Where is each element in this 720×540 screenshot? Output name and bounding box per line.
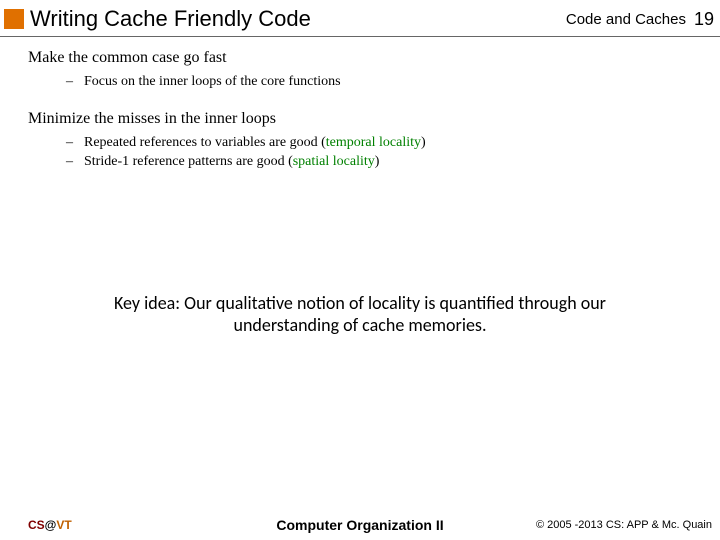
slide-footer: CS@VT Computer Organization II © 2005 -2… [0, 518, 720, 532]
footer-center: Computer Organization II [276, 517, 443, 533]
bullet-list-1: Focus on the inner loops of the core fun… [66, 73, 692, 92]
slide-title: Writing Cache Friendly Code [30, 6, 566, 32]
section-heading-2: Minimize the misses in the inner loops [28, 110, 692, 128]
bullet-item: Repeated references to variables are goo… [66, 134, 692, 153]
bullet-text-post: ) [375, 154, 380, 169]
slide-content: Make the common case go fast Focus on th… [0, 37, 720, 337]
chapter-label: Code and Caches [566, 11, 686, 28]
page-number: 19 [694, 9, 714, 30]
footer-left: CS@VT [28, 518, 72, 532]
bullet-text-post: ) [421, 135, 426, 150]
footer-right: © 2005 -2013 CS: APP & Mc. Quain [536, 519, 712, 531]
bullet-text-pre: Repeated references to variables are goo… [84, 135, 326, 150]
bullet-item: Stride-1 reference patterns are good (sp… [66, 153, 692, 172]
bullet-text-pre: Stride-1 reference patterns are good ( [84, 154, 293, 169]
footer-vt: VT [56, 518, 71, 532]
slide-header: Writing Cache Friendly Code Code and Cac… [0, 0, 720, 37]
section-heading-1: Make the common case go fast [28, 49, 692, 67]
footer-cs: CS [28, 518, 45, 532]
bullet-item: Focus on the inner loops of the core fun… [66, 73, 692, 92]
bullet-list-2: Repeated references to variables are goo… [66, 134, 692, 172]
bullet-emphasis: spatial locality [293, 154, 375, 169]
key-idea: Key idea: Our qualitative notion of loca… [28, 292, 692, 337]
bullet-emphasis: temporal locality [326, 135, 421, 150]
title-marker [4, 9, 24, 29]
footer-at: @ [45, 518, 57, 532]
